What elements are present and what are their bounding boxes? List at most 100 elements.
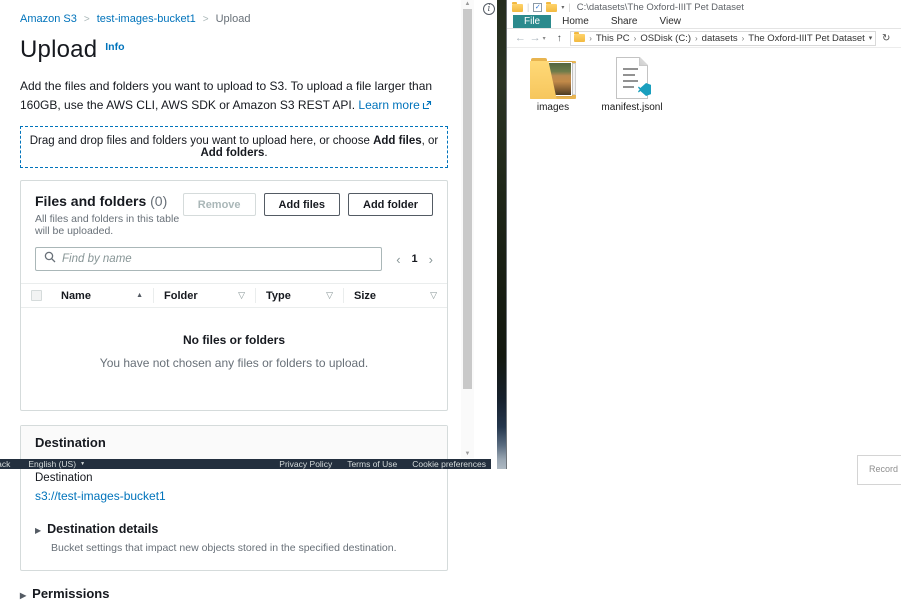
card-header: Files and folders (0) All files and fold… — [21, 181, 447, 237]
jsonl-document-icon — [616, 57, 648, 99]
page-scrollbar[interactable]: ▲ ▼ — [461, 0, 474, 458]
privacy-policy-link[interactable]: Privacy Policy — [279, 459, 332, 469]
folder-with-cat-photo-icon — [530, 57, 576, 99]
info-link[interactable]: Info — [105, 41, 124, 53]
page-next-icon[interactable]: › — [429, 252, 433, 267]
file-explorer-window: | ✓ ▾ | C:\datasets\The Oxford-IIIT Pet … — [506, 0, 901, 469]
tab-share[interactable]: Share — [600, 15, 649, 28]
help-info-icon[interactable]: i — [483, 3, 495, 15]
add-files-button[interactable]: Add files — [264, 193, 340, 216]
vscode-icon — [638, 83, 651, 96]
permissions-section-toggle[interactable]: ▶ Permissions — [20, 586, 448, 601]
expand-triangle-icon: ▶ — [35, 526, 41, 535]
file-item-manifest-jsonl[interactable]: manifest.jsonl — [601, 57, 663, 113]
crumb-separator: › — [589, 34, 592, 43]
scrollbar-thumb[interactable] — [463, 9, 472, 389]
footer-right: Privacy Policy Terms of Use Cookie prefe… — [279, 459, 486, 469]
breadcrumb-current: Upload — [216, 13, 251, 25]
explorer-titlebar[interactable]: | ✓ ▾ | C:\datasets\The Oxford-IIIT Pet … — [507, 0, 901, 15]
find-by-name-input[interactable] — [62, 253, 373, 265]
files-card-title: Files and folders (0) — [35, 193, 183, 209]
breadcrumb-amazon-s3[interactable]: Amazon S3 — [20, 13, 77, 25]
search-box[interactable] — [35, 247, 382, 271]
files-and-folders-card: Files and folders (0) All files and fold… — [20, 180, 448, 411]
s3-upload-page: Amazon S3 > test-images-bucket1 > Upload… — [20, 0, 448, 601]
card-header-text: Files and folders (0) All files and fold… — [35, 193, 183, 237]
crumb-separator: › — [695, 34, 698, 43]
scroll-up-icon[interactable]: ▲ — [461, 0, 474, 9]
crumb-separator: › — [634, 34, 637, 43]
browser-pane: Amazon S3 > test-images-bucket1 > Upload… — [0, 0, 497, 469]
address-folder-icon — [574, 34, 585, 42]
add-folder-button[interactable]: Add folder — [348, 193, 433, 216]
pagination: ‹ 1 › — [396, 252, 433, 267]
history-chevron-icon[interactable]: ▾ — [543, 35, 552, 42]
footer-left: Feedback English (US)▼ — [0, 459, 85, 469]
address-crumb-this-pc[interactable]: This PC — [596, 33, 630, 44]
search-row: ‹ 1 › — [21, 237, 447, 271]
page-prev-icon[interactable]: ‹ — [396, 252, 400, 267]
destination-details-toggle[interactable]: ▶Destination details Bucket settings tha… — [35, 520, 433, 554]
learn-more-link[interactable]: Learn more — [358, 98, 419, 112]
files-card-subtitle: All files and folders in this table will… — [35, 213, 183, 237]
destination-body: Destination s3://test-images-bucket1 ▶De… — [21, 460, 447, 570]
terms-of-use-link[interactable]: Terms of Use — [347, 459, 397, 469]
expand-triangle-icon: ▶ — [20, 591, 26, 600]
cookie-preferences-link[interactable]: Cookie preferences — [412, 459, 486, 469]
language-selector[interactable]: English (US)▼ — [28, 459, 85, 469]
column-header-folder[interactable]: Folder▽ — [153, 288, 255, 303]
forward-icon[interactable]: → — [528, 32, 543, 44]
explorer-app-icon — [512, 4, 523, 12]
tab-home[interactable]: Home — [551, 15, 600, 28]
quick-access-toolbar-caret-icon[interactable]: ▾ — [561, 4, 564, 11]
tab-view[interactable]: View — [649, 15, 693, 28]
dropzone-text: , or — [422, 135, 439, 147]
properties-icon[interactable]: ✓ — [533, 3, 542, 12]
empty-state: No files or folders You have not chosen … — [21, 308, 447, 410]
address-crumb-datasets[interactable]: datasets — [702, 33, 738, 44]
empty-state-subtitle: You have not chosen any files or folders… — [21, 356, 447, 370]
crumb-separator: › — [742, 34, 745, 43]
dropzone-text: Drag and drop files and folders you want… — [30, 135, 373, 147]
refresh-icon[interactable]: ↻ — [876, 33, 896, 44]
feedback-link[interactable]: Feedback — [0, 459, 10, 469]
files-count: (0) — [150, 193, 167, 209]
column-header-name[interactable]: Name ▲ — [51, 284, 153, 307]
aws-console-footer: Feedback English (US)▼ Privacy Policy Te… — [0, 459, 491, 469]
back-icon[interactable]: ← — [513, 32, 528, 44]
dropzone-add-files-text: Add files — [373, 135, 422, 147]
tab-file[interactable]: File — [513, 15, 551, 28]
remove-button[interactable]: Remove — [183, 193, 256, 216]
file-item-label: manifest.jsonl — [601, 102, 662, 113]
up-icon[interactable]: ↑ — [551, 33, 567, 44]
dropzone-add-folders-text: Add folders — [200, 147, 264, 159]
file-item-images-folder[interactable]: images — [522, 57, 584, 113]
scroll-down-icon[interactable]: ▼ — [461, 451, 474, 457]
breadcrumb-bucket[interactable]: test-images-bucket1 — [97, 13, 196, 25]
sort-icon: ▽ — [430, 290, 437, 301]
select-all-checkbox[interactable] — [31, 290, 42, 301]
page-title: Upload — [20, 36, 97, 63]
permissions-title: Permissions — [32, 586, 109, 601]
page-number[interactable]: 1 — [412, 253, 418, 265]
column-label: Folder — [164, 290, 198, 302]
column-header-size[interactable]: Size▽ — [343, 288, 447, 303]
address-bar[interactable]: › This PC › OSDisk (C:) › datasets › The… — [570, 31, 876, 46]
title-row: Upload Info — [20, 36, 448, 64]
sort-ascending-icon: ▲ — [136, 292, 143, 299]
record-button[interactable]: Record — [857, 455, 901, 485]
column-header-type[interactable]: Type▽ — [255, 288, 343, 303]
window-title: C:\datasets\The Oxford-IIIT Pet Dataset — [577, 2, 744, 13]
destination-details-subtitle: Bucket settings that impact new objects … — [51, 542, 433, 554]
address-crumb-osdisk[interactable]: OSDisk (C:) — [640, 33, 691, 44]
destination-card-title: Destination — [21, 426, 447, 460]
new-folder-icon[interactable] — [546, 4, 557, 12]
explorer-navbar: ← → ▾ ↑ › This PC › OSDisk (C:) › datase… — [507, 29, 901, 48]
address-dropdown-icon[interactable]: ▾ — [869, 34, 873, 42]
bucket-uri-link[interactable]: s3://test-images-bucket1 — [35, 489, 166, 503]
column-label: Name — [61, 290, 91, 302]
drag-drop-zone[interactable]: Drag and drop files and folders you want… — [20, 126, 448, 168]
intro-text: Add the files and folders you want to up… — [20, 77, 444, 115]
ribbon-tabs: File Home Share View — [507, 15, 901, 29]
address-crumb-current[interactable]: The Oxford-IIIT Pet Dataset — [748, 33, 865, 44]
